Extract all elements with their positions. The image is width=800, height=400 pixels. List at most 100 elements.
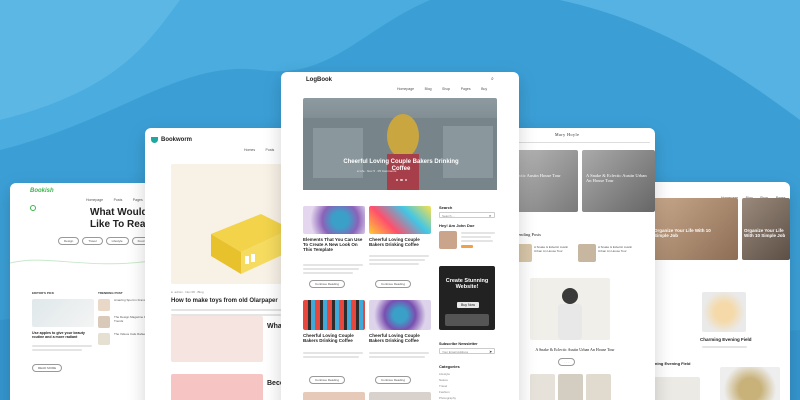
post-title[interactable]: Cheerful Loving Couple Bakers Drinking C… (303, 333, 365, 343)
nav-item[interactable]: Homepage (397, 87, 414, 91)
editors-pick-label: EDITOR'S PICK (32, 291, 54, 295)
category-item[interactable]: Nature (439, 378, 448, 382)
slider-dot[interactable] (400, 179, 403, 182)
post-image[interactable] (586, 374, 611, 400)
search-icon[interactable]: ⌕ (489, 213, 491, 218)
post-image[interactable] (303, 392, 365, 400)
promo-title: Create Stunning Website! (445, 278, 489, 291)
author-label: Hey! Am John Doe (439, 223, 475, 228)
site-logo[interactable]: Bookish (30, 188, 54, 194)
read-more-button[interactable]: READ MORE (32, 364, 63, 372)
post-title[interactable]: arming Evening Field (650, 361, 700, 367)
category-item[interactable]: Photography (439, 396, 456, 400)
search-icon[interactable]: ⌕ (491, 76, 494, 82)
search-label: Search (439, 205, 453, 210)
category-item[interactable]: Lifestyle (439, 372, 450, 376)
hero-meta: ● Life · Nov 5 · 05 Comments (357, 169, 397, 173)
site-logo[interactable]: Mary Hoyle (555, 132, 579, 137)
slide-title[interactable]: Organize Your Life With 10 Simple Job (654, 228, 724, 238)
slider-dots[interactable] (396, 179, 408, 182)
post-image[interactable] (530, 374, 555, 400)
post-title[interactable]: Charming Evening Field (700, 337, 760, 342)
nav-item[interactable]: Pages (133, 198, 143, 202)
excerpt-line (303, 352, 363, 354)
nav-item[interactable]: Blog (425, 87, 432, 91)
continue-button[interactable]: Continue Reading (309, 376, 346, 384)
slider-dot[interactable] (396, 179, 399, 182)
nav-item[interactable]: Shop (442, 87, 450, 91)
editors-post-image[interactable] (32, 299, 94, 327)
continue-button[interactable]: Continue Reading (309, 280, 346, 288)
post-image[interactable] (303, 300, 365, 330)
read-more-button[interactable]: · · · (558, 358, 575, 366)
hero-title[interactable]: A Snake & Eclectic Austin Urban An House… (586, 173, 651, 183)
nav-item[interactable]: Homes (244, 148, 255, 152)
post-image[interactable] (369, 206, 431, 234)
nav-item[interactable]: Posts (266, 148, 275, 152)
post-image[interactable] (558, 374, 583, 400)
excerpt-line (171, 309, 291, 311)
hero-title[interactable]: Cheerful Loving Couple Bakers Drinking C… (336, 159, 466, 173)
theme-preview-right[interactable]: Homepage Blog Shop Pages Organize Your L… (640, 182, 790, 400)
excerpt-line (702, 346, 747, 348)
nav-item[interactable]: Posts (114, 198, 123, 202)
hero-image[interactable] (510, 150, 578, 212)
post-title[interactable]: Elements That You Can Use To Create A Ne… (303, 237, 365, 253)
post-title[interactable]: A Snake & Eclectic Austin Urban An House… (530, 347, 620, 353)
excerpt-line (369, 259, 425, 261)
author-button[interactable] (461, 245, 473, 248)
excerpt-line (303, 264, 363, 266)
post-image[interactable] (530, 278, 610, 340)
excerpt-line (369, 352, 429, 354)
trending-thumb[interactable] (98, 316, 110, 328)
continue-button[interactable]: Continue Reading (375, 376, 412, 384)
continue-button[interactable]: Continue Reading (375, 280, 412, 288)
bio-line (461, 240, 493, 242)
excerpt-line (303, 356, 359, 358)
post-title[interactable]: Cheerful Loving Couple Bakers Drinking C… (369, 333, 431, 343)
post-image[interactable] (171, 374, 263, 400)
bookworm-logo-icon (151, 137, 158, 143)
nav-item[interactable]: Buy (481, 87, 487, 91)
post-image[interactable] (702, 292, 746, 332)
trending-thumb[interactable] (98, 333, 110, 345)
email-field[interactable]: Your Email Address (439, 348, 495, 354)
hero-image (303, 114, 497, 190)
post-image[interactable] (650, 377, 700, 400)
hero-slide[interactable] (303, 98, 497, 190)
trending-label: TRENDING POST (98, 291, 123, 295)
search-input[interactable]: Search ... (439, 212, 495, 218)
post-image[interactable] (720, 367, 780, 400)
email-placeholder: Your Email Address (442, 349, 469, 354)
theme-preview-mary[interactable]: Mary Hoyle clectic Austin House Tour A S… (500, 128, 655, 400)
nav-item[interactable]: Pages (461, 87, 471, 91)
post-image[interactable] (171, 316, 263, 362)
send-icon[interactable]: ➤ (489, 349, 492, 354)
excerpt-line (32, 345, 92, 347)
bio-line (461, 232, 495, 234)
slide-title[interactable]: Organize Your Life With 10 Simple Job (744, 228, 789, 238)
site-logo[interactable]: LogBook (306, 77, 332, 83)
trending-thumb[interactable] (98, 299, 110, 311)
post-image[interactable] (369, 392, 431, 400)
trending-post-title[interactable]: A Snake & Eclectic Austin Urban An House… (598, 245, 638, 253)
post-title[interactable]: Cheerful Loving Couple Bakers Drinking C… (369, 237, 431, 247)
theme-preview-logbook[interactable]: LogBook Homepage Blog Shop Pages Buy ⌕ C… (281, 72, 519, 400)
editors-post-title[interactable]: Use apples to give your beauty routine a… (32, 331, 94, 339)
category-item[interactable]: Travel (439, 384, 447, 388)
search-placeholder: Search ... (442, 213, 455, 218)
post-image[interactable] (303, 206, 365, 234)
decor-circle-icon (30, 205, 36, 211)
site-logo[interactable]: Bookworm (161, 137, 192, 143)
hero-title[interactable]: clectic Austin House Tour (514, 173, 574, 178)
nav-item[interactable]: Homepage (86, 198, 103, 202)
category-item[interactable]: Fashion (439, 390, 450, 394)
person-illustration (558, 288, 582, 340)
main-nav: Homepage Blog Shop Pages Buy (391, 77, 487, 95)
trending-post-title[interactable]: A Snake & Eclectic Austin Urban An House… (534, 245, 574, 253)
trending-thumb[interactable] (578, 244, 596, 262)
slider-dot[interactable] (404, 179, 408, 182)
post-image[interactable] (369, 300, 431, 330)
promo-button[interactable]: Buy Now (457, 302, 480, 308)
post-meta: ● admin · Nov 08 · Blog (171, 290, 204, 294)
